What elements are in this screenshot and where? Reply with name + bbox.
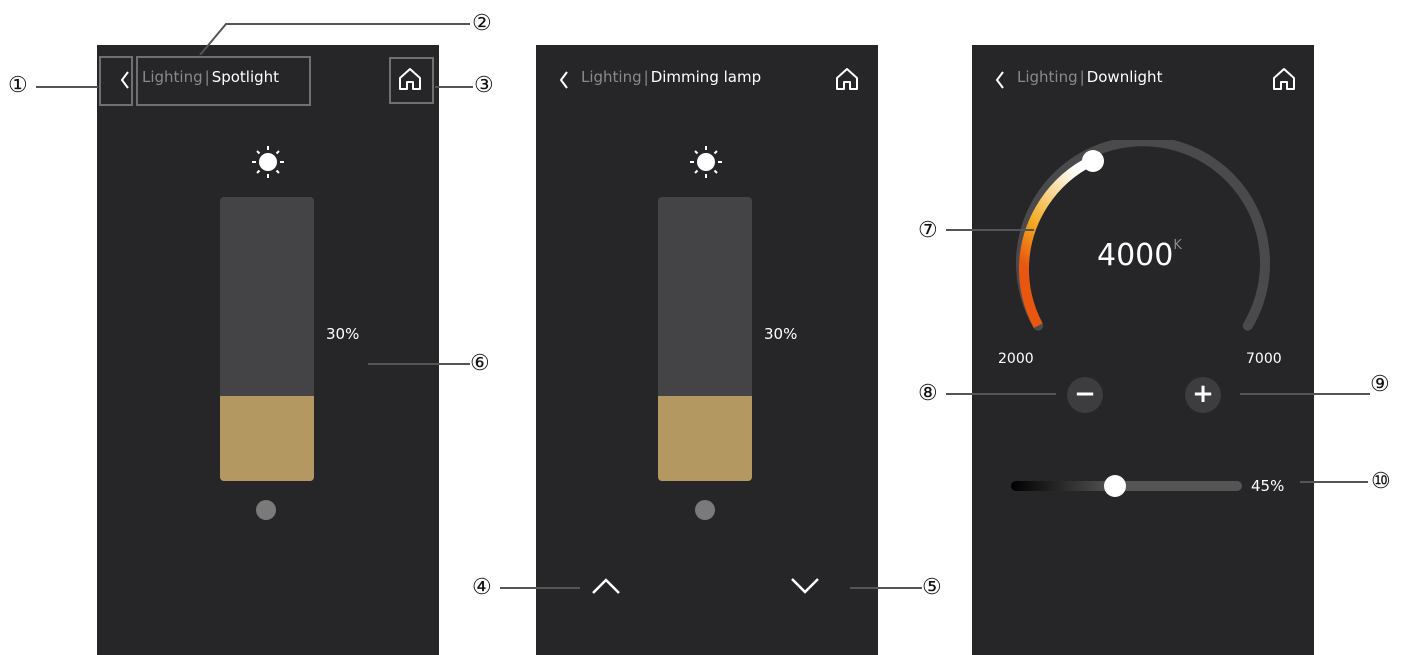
dimming-level-fill	[220, 395, 314, 481]
temperature-min-label: 2000	[998, 351, 1034, 367]
breadcrumb-separator: |	[643, 68, 649, 86]
temperature-value: 4000	[1097, 238, 1174, 273]
breadcrumb: Lighting | Downlight	[1017, 68, 1162, 92]
temperature-readout: 4000K	[1097, 238, 1182, 273]
home-button-highlight	[389, 57, 434, 104]
back-chevron-icon[interactable]	[557, 66, 571, 94]
breadcrumb-parent[interactable]: Lighting	[1017, 68, 1078, 86]
callout-line-1	[36, 86, 98, 88]
brightness-sun-icon	[689, 145, 723, 179]
callout-line-6	[368, 363, 470, 365]
callout-9: ⑨	[1370, 372, 1390, 397]
temperature-unit: K	[1173, 238, 1182, 253]
callout-7: ⑦	[918, 218, 938, 243]
brightness-sun-icon	[251, 145, 285, 179]
increase-button[interactable]: +	[1185, 377, 1221, 413]
callout-line-2	[199, 23, 470, 55]
breadcrumb-separator: |	[1079, 68, 1085, 86]
title-highlight	[136, 56, 311, 106]
breadcrumb: Lighting | Dimming lamp	[581, 68, 761, 92]
up-chevron-icon[interactable]	[589, 574, 623, 598]
level-percent: 30%	[326, 325, 360, 343]
dimming-slider[interactable]	[220, 197, 314, 481]
page-title: Dimming lamp	[650, 68, 762, 86]
callout-line-4	[500, 587, 580, 589]
callout-8: ⑧	[918, 381, 938, 406]
home-icon[interactable]	[834, 66, 860, 92]
level-percent: 30%	[764, 325, 798, 343]
callout-10: ⑩	[1371, 469, 1391, 494]
callout-line-3	[435, 86, 473, 88]
callout-3: ③	[474, 73, 494, 98]
brightness-percent: 45%	[1251, 477, 1285, 495]
home-icon[interactable]	[1271, 66, 1297, 92]
down-chevron-icon[interactable]	[788, 574, 822, 598]
breadcrumb-parent[interactable]: Lighting	[581, 68, 642, 86]
callout-line-8	[946, 393, 1056, 395]
power-toggle[interactable]	[695, 500, 715, 520]
callout-6: ⑥	[470, 351, 490, 376]
callout-4: ④	[472, 575, 492, 600]
callout-line-10	[1300, 481, 1368, 483]
callout-line-7	[946, 229, 1034, 231]
temperature-max-label: 7000	[1246, 351, 1282, 367]
power-toggle[interactable]	[256, 500, 276, 520]
back-button-highlight	[99, 56, 133, 106]
brightness-slider[interactable]	[1011, 481, 1242, 491]
callout-line-9	[1240, 393, 1370, 395]
back-chevron-icon[interactable]	[993, 66, 1007, 94]
decrease-button[interactable]: −	[1067, 377, 1103, 413]
callout-5: ⑤	[922, 575, 942, 600]
callout-line-5	[850, 587, 922, 589]
dimming-slider[interactable]	[658, 197, 752, 481]
dial-thumb[interactable]	[1082, 150, 1104, 172]
page-title: Downlight	[1086, 68, 1163, 86]
brightness-slider-thumb[interactable]	[1103, 475, 1126, 497]
dimming-level-fill	[658, 395, 752, 481]
callout-1: ①	[8, 73, 28, 98]
